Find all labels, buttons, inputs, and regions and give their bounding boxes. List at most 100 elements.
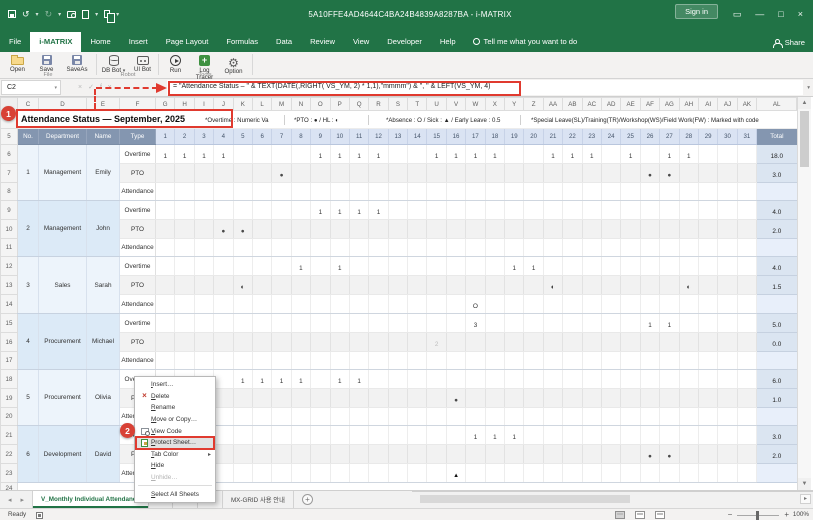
day-cell[interactable] <box>621 239 640 257</box>
day-cell[interactable] <box>582 276 601 295</box>
day-cell[interactable] <box>737 464 756 483</box>
day-cell[interactable] <box>349 445 368 464</box>
day-cell[interactable]: O <box>466 295 485 314</box>
day-cell[interactable] <box>660 276 679 295</box>
day-cell[interactable] <box>388 464 407 483</box>
day-cell[interactable] <box>621 445 640 464</box>
column-header[interactable]: AE <box>621 98 640 111</box>
day-cell[interactable] <box>194 183 213 201</box>
day-cell[interactable] <box>233 183 252 201</box>
day-cell[interactable] <box>427 164 446 183</box>
day-cell[interactable] <box>408 295 427 314</box>
day-cell[interactable] <box>311 333 330 352</box>
day-cell[interactable] <box>524 314 543 333</box>
day-cell[interactable] <box>330 426 349 445</box>
day-cell[interactable]: 1 <box>505 426 524 445</box>
day-cell[interactable]: 1 <box>252 370 271 389</box>
day-cell[interactable] <box>543 408 562 426</box>
day-cell[interactable]: 1 <box>369 201 388 220</box>
day-cell[interactable] <box>214 389 233 408</box>
day-cell[interactable] <box>601 201 620 220</box>
day-cell[interactable] <box>446 220 465 239</box>
day-cell[interactable] <box>330 220 349 239</box>
day-cell[interactable] <box>233 333 252 352</box>
day-cell[interactable] <box>563 276 582 295</box>
day-cell[interactable] <box>214 295 233 314</box>
total-cell[interactable]: 4.0 <box>757 257 797 276</box>
day-cell[interactable] <box>543 426 562 445</box>
day-cell[interactable] <box>679 370 698 389</box>
day-cell[interactable] <box>466 352 485 370</box>
day-cell[interactable] <box>718 389 737 408</box>
day-cell[interactable] <box>214 257 233 276</box>
day-cell[interactable] <box>252 314 271 333</box>
day-cell[interactable] <box>737 370 756 389</box>
tab-file[interactable]: File <box>0 32 30 52</box>
day-cell[interactable]: 1 <box>466 145 485 164</box>
day-cell[interactable] <box>466 164 485 183</box>
day-cell[interactable] <box>369 295 388 314</box>
day-cell[interactable] <box>369 445 388 464</box>
day-cell[interactable] <box>349 220 368 239</box>
day-cell[interactable] <box>737 239 756 257</box>
day-cell[interactable] <box>485 201 504 220</box>
column-header[interactable]: AF <box>640 98 659 111</box>
day-cell[interactable]: 1 <box>505 257 524 276</box>
day-cell[interactable] <box>679 239 698 257</box>
day-cell[interactable] <box>524 145 543 164</box>
day-cell[interactable] <box>194 164 213 183</box>
day-cell[interactable] <box>505 183 524 201</box>
row-header[interactable]: 21 <box>1 426 18 445</box>
day-cell[interactable] <box>679 164 698 183</box>
day-cell[interactable] <box>252 276 271 295</box>
day-cell[interactable] <box>446 352 465 370</box>
day-cell[interactable]: 1 <box>233 370 252 389</box>
day-cell[interactable] <box>582 164 601 183</box>
day-cell[interactable] <box>679 314 698 333</box>
day-cell[interactable] <box>505 314 524 333</box>
day-cell[interactable] <box>369 220 388 239</box>
day-cell[interactable] <box>156 295 175 314</box>
day-cell[interactable] <box>388 314 407 333</box>
day-cell[interactable] <box>311 352 330 370</box>
day-cell[interactable] <box>563 352 582 370</box>
day-cell[interactable] <box>485 295 504 314</box>
day-cell[interactable] <box>485 352 504 370</box>
column-header[interactable]: T <box>408 98 427 111</box>
day-cell[interactable] <box>291 464 310 483</box>
zoom-slider-thumb[interactable] <box>756 511 759 520</box>
row-type[interactable]: Attendance <box>120 352 156 370</box>
day-cell[interactable] <box>660 295 679 314</box>
column-header[interactable]: AC <box>582 98 601 111</box>
day-cell[interactable] <box>233 145 252 164</box>
day-cell[interactable] <box>601 220 620 239</box>
day-cell[interactable] <box>233 257 252 276</box>
day-cell[interactable] <box>563 445 582 464</box>
menu-item-insert[interactable]: Insert… <box>135 379 215 391</box>
day-cell[interactable]: 1 <box>175 145 194 164</box>
column-header[interactable]: X <box>485 98 504 111</box>
tab-page-layout[interactable]: Page Layout <box>157 32 218 52</box>
employee-name[interactable]: Sarah <box>87 257 120 314</box>
day-cell[interactable] <box>388 183 407 201</box>
day-cell[interactable] <box>505 352 524 370</box>
day-cell[interactable] <box>291 201 310 220</box>
menu-item-hide[interactable]: Hide <box>135 460 215 472</box>
day-cell[interactable] <box>291 333 310 352</box>
employee-name[interactable]: Olivia <box>87 370 120 426</box>
total-cell[interactable]: 1.5 <box>757 276 797 295</box>
day-cell[interactable] <box>718 314 737 333</box>
total-cell[interactable]: 2.0 <box>757 445 797 464</box>
day-cell[interactable] <box>718 352 737 370</box>
column-header[interactable]: D <box>39 98 87 111</box>
day-cell[interactable] <box>563 183 582 201</box>
day-cell[interactable] <box>194 201 213 220</box>
day-cell[interactable] <box>311 445 330 464</box>
day-cell[interactable] <box>175 257 194 276</box>
day-cell[interactable] <box>156 201 175 220</box>
day-cell[interactable] <box>446 370 465 389</box>
day-cell[interactable] <box>640 389 659 408</box>
column-header[interactable]: AA <box>543 98 562 111</box>
total-cell[interactable] <box>757 352 797 370</box>
day-cell[interactable] <box>408 426 427 445</box>
